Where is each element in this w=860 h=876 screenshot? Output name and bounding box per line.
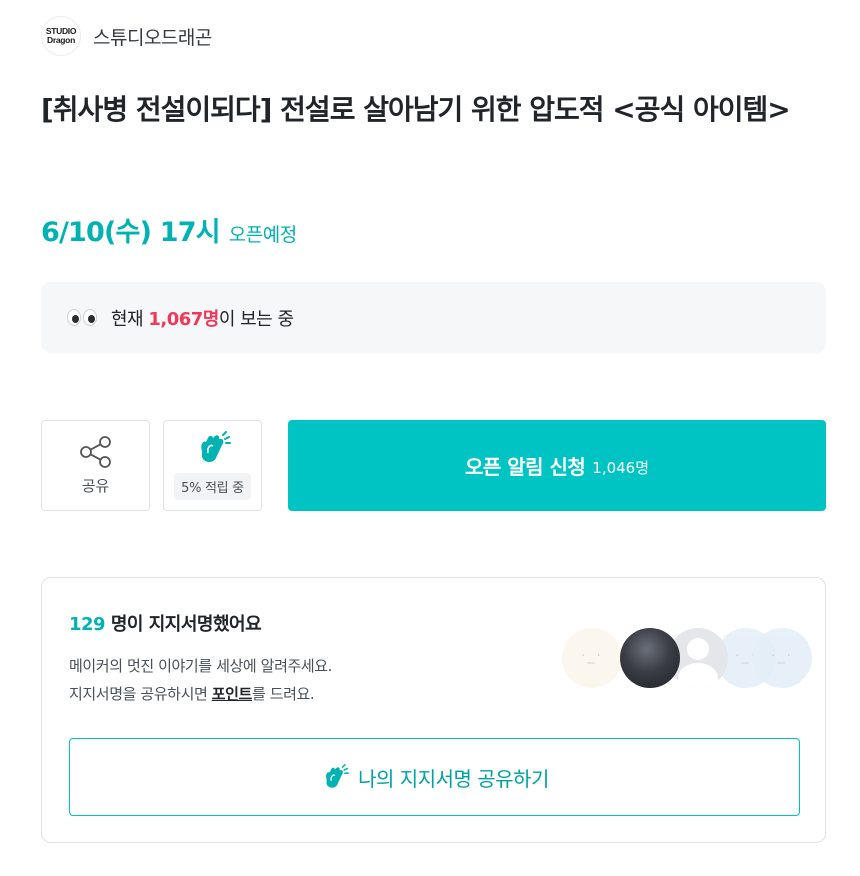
- viewer-count: 1,067명: [148, 308, 219, 330]
- maker-logo-line2: Dragon: [47, 35, 75, 45]
- open-notify-button[interactable]: 오픈 알림 신청 1,046명: [288, 420, 826, 511]
- share-signature-label: 나의 지지서명 공유하기: [358, 766, 549, 791]
- support-title: 129 명이 지지서명했어요: [69, 610, 262, 636]
- avatar: ·_·: [562, 628, 622, 688]
- support-desc-suffix: 를 드려요.: [251, 685, 315, 703]
- avatar: [620, 628, 680, 688]
- share-signature-button[interactable]: 나의 지지서명 공유하기: [69, 738, 800, 816]
- support-count: 129: [69, 614, 106, 635]
- avatar: ·_·: [752, 628, 812, 688]
- open-date: 6/10(수) 17시: [41, 217, 221, 248]
- notify-count: 1,046명: [592, 458, 650, 477]
- viewer-count-box: 현재 1,067명이 보는 중: [41, 282, 826, 353]
- share-label: 공유: [81, 477, 110, 495]
- support-title-suffix: 명이 지지서명했어요: [105, 614, 262, 635]
- cheer-button[interactable]: 5% 적립 중: [163, 420, 262, 511]
- support-desc-line2: 지지서명을 공유하시면 포인트를 드려요.: [69, 680, 332, 708]
- support-signature-card: 129 명이 지지서명했어요 메이커의 멋진 이야기를 세상에 알려주세요. 지…: [41, 577, 826, 843]
- share-button[interactable]: 공유: [41, 420, 150, 511]
- supporter-avatars: ·_· ·_· ·_·: [562, 628, 812, 690]
- open-schedule: 6/10(수) 17시 오픈예정: [41, 210, 297, 249]
- open-status: 오픈예정: [228, 224, 297, 246]
- maker-header[interactable]: STUDIO Dragon 스튜디오드래곤: [41, 16, 212, 56]
- support-description: 메이커의 멋진 이야기를 세상에 알려주세요. 지지서명을 공유하시면 포인트를…: [69, 652, 332, 708]
- point-link[interactable]: 포인트: [212, 685, 253, 703]
- maker-logo[interactable]: STUDIO Dragon: [41, 16, 81, 56]
- project-title: [취사병 전설이되다] 전설로 살아남기 위한 압도적 <공식 아이템>: [41, 93, 791, 126]
- eyes-icon: [67, 309, 97, 326]
- maker-name[interactable]: 스튜디오드래곤: [93, 23, 212, 50]
- viewer-suffix: 이 보는 중: [218, 308, 294, 330]
- viewer-prefix: 현재: [111, 308, 149, 330]
- clap-icon: [326, 764, 349, 788]
- viewer-count-text: 현재 1,067명이 보는 중: [111, 305, 294, 331]
- share-icon: [79, 436, 111, 468]
- notify-label: 오픈 알림 신청: [464, 455, 586, 479]
- cheer-badge: 5% 적립 중: [174, 473, 251, 500]
- support-desc-prefix: 지지서명을 공유하시면: [69, 685, 212, 703]
- support-desc-line1: 메이커의 멋진 이야기를 세상에 알려주세요.: [69, 657, 333, 675]
- clap-icon: [200, 431, 231, 463]
